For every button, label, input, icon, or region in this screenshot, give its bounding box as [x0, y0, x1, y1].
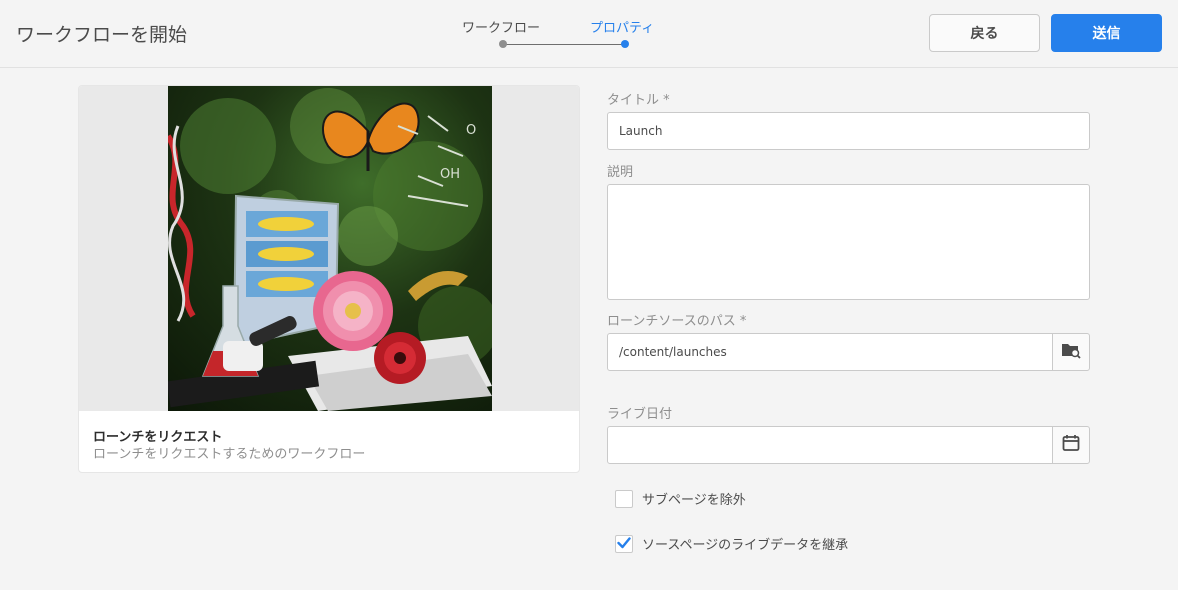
browse-path-button[interactable]	[1052, 333, 1090, 371]
wizard-stepper: ワークフロー プロパティ	[440, 14, 690, 54]
step-connector-line	[504, 44, 625, 45]
inherit-live-data-label: ソースページのライブデータを継承	[642, 538, 849, 553]
workflow-thumbnail-area: O OH	[79, 86, 579, 411]
exclude-subpages-label: サブページを除外	[642, 493, 746, 508]
exclude-subpages-checkbox[interactable]	[615, 489, 633, 508]
step-workflow-dot	[499, 40, 507, 48]
live-date-input[interactable]	[607, 426, 1053, 464]
live-date-field-label: ライブ日付	[607, 407, 673, 422]
title-field-label: タイトル *	[607, 93, 670, 108]
back-button[interactable]: 戻る	[929, 14, 1040, 52]
svg-text:O: O	[466, 123, 476, 138]
workflow-card-description: ローンチをリクエストするためのワークフロー	[93, 447, 366, 462]
folder-search-icon	[1061, 341, 1081, 363]
svg-text:OH: OH	[440, 167, 460, 182]
source-path-input[interactable]: /content/launches	[607, 333, 1053, 371]
inherit-live-data-option[interactable]: ソースページのライブデータを継承	[615, 534, 848, 553]
step-properties-label[interactable]: プロパティ	[590, 17, 654, 36]
page-title: ワークフローを開始	[16, 24, 188, 46]
description-textarea[interactable]	[607, 184, 1090, 300]
exclude-subpages-option[interactable]: サブページを除外	[615, 489, 746, 508]
source-path-field-label: ローンチソースのパス *	[607, 314, 747, 329]
date-picker-button[interactable]	[1052, 426, 1090, 464]
step-properties-dot	[621, 40, 629, 48]
title-input[interactable]: Launch	[607, 112, 1090, 150]
workflow-thumbnail-image: O OH	[168, 86, 492, 411]
header-bar: ワークフローを開始 ワークフロー プロパティ 戻る 送信	[0, 0, 1178, 68]
checkmark-icon	[617, 534, 631, 553]
description-field-label: 説明	[607, 165, 634, 180]
inherit-live-data-checkbox[interactable]	[615, 534, 633, 553]
step-workflow-label[interactable]: ワークフロー	[462, 17, 540, 36]
submit-button[interactable]: 送信	[1051, 14, 1162, 52]
workflow-card: O OH ローンチをリクエスト ローンチをリクエストするためのワークフロー	[78, 85, 580, 473]
calendar-icon	[1062, 434, 1080, 456]
